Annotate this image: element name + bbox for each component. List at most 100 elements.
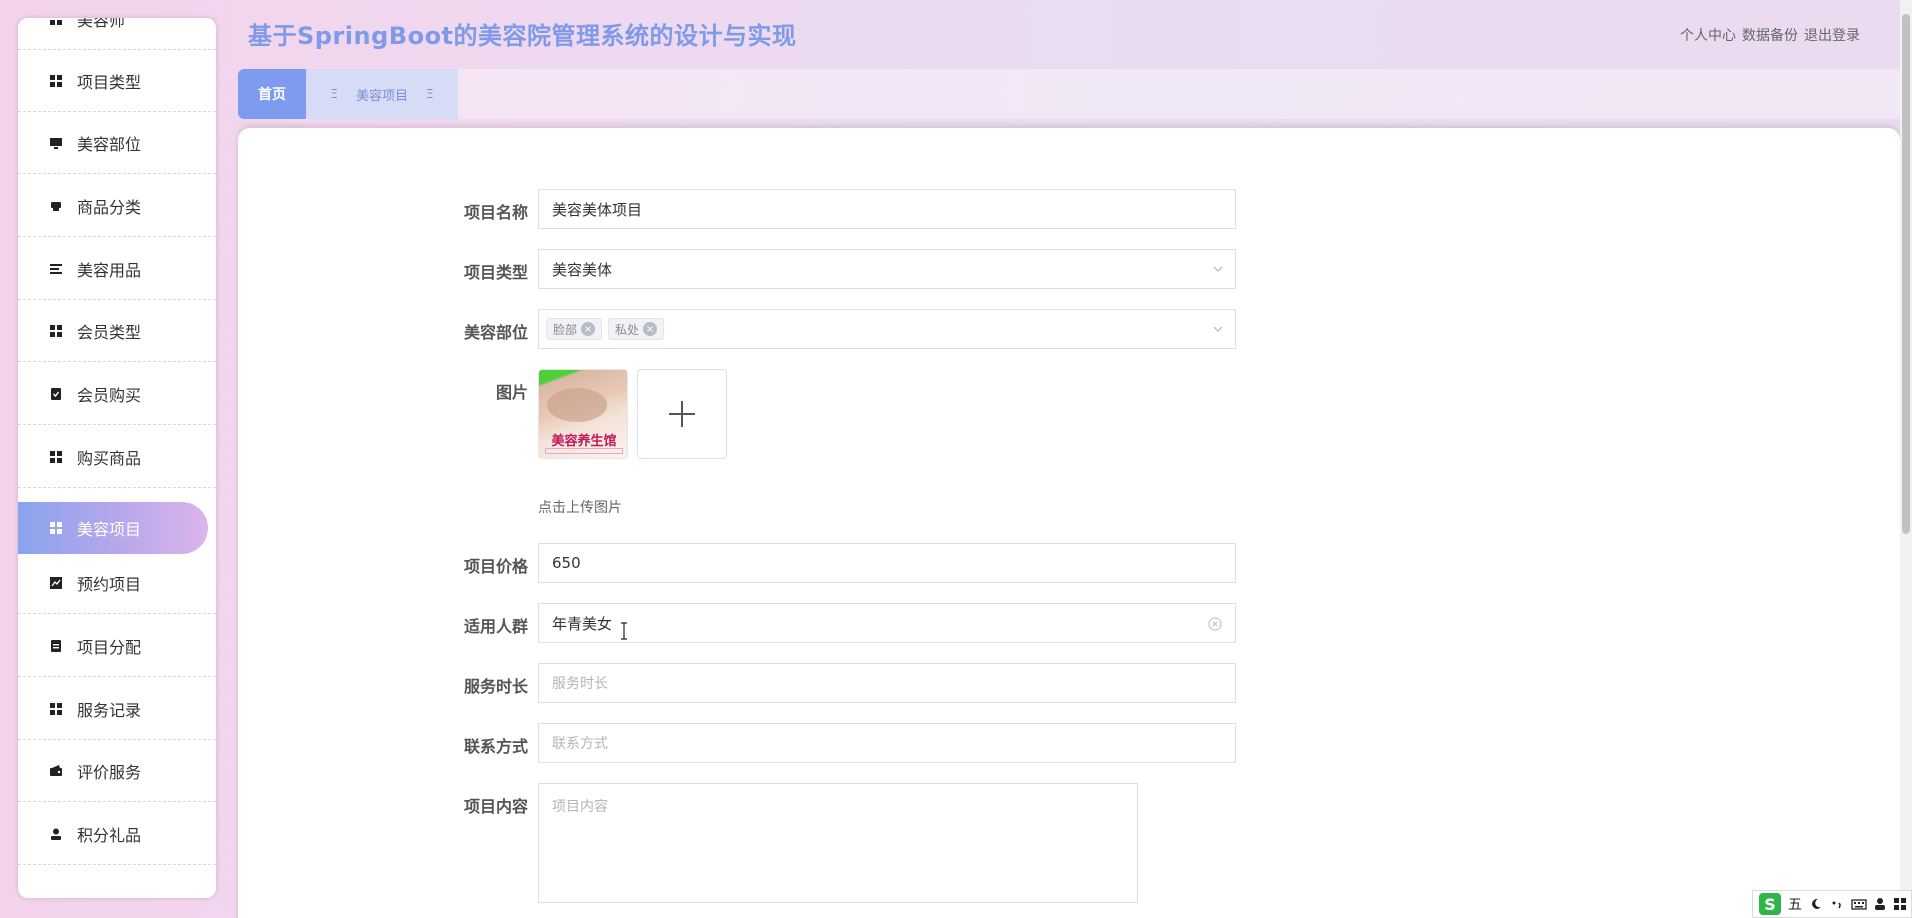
sidebar-item-service-record[interactable]: 服务记录	[18, 678, 216, 740]
top-links: 个人中心 数据备份 退出登录	[1680, 25, 1860, 45]
image-label: 图片	[495, 383, 528, 402]
sidebar-item-label: 预约项目	[77, 574, 142, 594]
sidebar-item-label: 商品分类	[77, 197, 142, 217]
upload-hint: 点击上传图片	[538, 500, 622, 516]
sidebar-item-label: 美容项目	[77, 520, 142, 539]
content-label: 项目内容	[463, 797, 528, 816]
sidebar-item-points-gift[interactable]: 积分礼品	[18, 803, 216, 865]
type-select[interactable]: 美容美体	[538, 249, 1236, 289]
sidebar-item-beauty-supplies[interactable]: 美容用品	[18, 238, 216, 300]
type-value: 美容美体	[552, 260, 613, 279]
part-select[interactable]: 脸部 × 私处 ×	[538, 309, 1236, 349]
sidebar-item-beautician[interactable]: 美容师	[18, 18, 216, 50]
contact-input[interactable]: 联系方式	[538, 723, 1236, 763]
clear-icon[interactable]	[1207, 616, 1223, 632]
menu-glyph-icon: Ξ	[330, 87, 338, 101]
tab-beauty-project[interactable]: Ξ 美容项目 Ξ	[306, 69, 458, 119]
user-icon	[49, 827, 63, 841]
profile-link[interactable]: 个人中心	[1680, 25, 1736, 45]
text-cursor-icon	[621, 622, 627, 640]
contact-label: 联系方式	[463, 737, 528, 756]
list-icon	[49, 262, 63, 276]
type-label: 项目类型	[463, 263, 528, 282]
part-label: 美容部位	[463, 323, 528, 342]
name-label: 项目名称	[463, 203, 528, 222]
sidebar-item-member-type[interactable]: 会员类型	[18, 300, 216, 362]
app-title: 基于SpringBoot的美容院管理系统的设计与实现	[248, 22, 797, 50]
duration-label: 服务时长	[463, 677, 528, 696]
part-tag: 私处 ×	[608, 318, 665, 340]
duration-input[interactable]: 服务时长	[538, 663, 1236, 703]
uploaded-image-thumbnail[interactable]: 美容养生馆	[538, 369, 628, 459]
sidebar-item-label: 美容部位	[77, 134, 142, 154]
part-tag: 脸部 ×	[546, 318, 603, 340]
price-label: 项目价格	[463, 557, 528, 576]
sidebar-item-label: 积分礼品	[77, 825, 142, 845]
ime-toolbar: S 五	[1752, 890, 1912, 918]
chevron-down-icon	[1213, 326, 1223, 332]
crowd-label: 适用人群	[463, 617, 528, 636]
logout-link[interactable]: 退出登录	[1804, 25, 1860, 45]
chevron-down-icon	[1213, 266, 1223, 272]
printer-icon	[49, 199, 63, 213]
price-value: 650	[552, 554, 581, 572]
wallet-icon	[49, 764, 63, 778]
sidebar-item-label: 会员类型	[77, 322, 142, 342]
sidebar-item-member-purchase[interactable]: 会员购买	[18, 363, 216, 425]
sidebar-item-label: 服务记录	[77, 700, 142, 720]
user-icon[interactable]	[1874, 897, 1886, 911]
ime-mode[interactable]: 五	[1788, 894, 1802, 914]
clipboard-check-icon	[49, 387, 63, 401]
punctuation-icon[interactable]	[1830, 897, 1844, 911]
grid-icon	[49, 324, 63, 338]
crowd-value: 年青美女	[552, 614, 613, 633]
sidebar-item-beauty-project[interactable]: 美容项目	[18, 502, 208, 554]
sidebar-item-buy-goods[interactable]: 购买商品	[18, 426, 216, 488]
sidebar-item-project-type[interactable]: 项目类型	[18, 50, 216, 112]
page-scrollbar[interactable]	[1900, 0, 1912, 918]
plus-icon	[669, 401, 695, 427]
scrollbar-thumb[interactable]	[1902, 14, 1910, 534]
grid-icon	[49, 521, 63, 535]
sidebar-item-evaluate[interactable]: 评价服务	[18, 740, 216, 802]
sidebar-item-label: 评价服务	[77, 762, 142, 782]
sidebar-item-label: 会员购买	[77, 385, 142, 405]
backup-link[interactable]: 数据备份	[1742, 25, 1798, 45]
close-icon[interactable]: ×	[581, 322, 596, 336]
sidebar-item-assignment[interactable]: 项目分配	[18, 615, 216, 677]
sidebar-item-label: 项目分配	[77, 637, 142, 657]
grid-icon	[49, 74, 63, 88]
grid-icon[interactable]	[1893, 897, 1907, 911]
sidebar-item-label: 美容用品	[77, 260, 142, 280]
tag-label: 脸部	[553, 322, 578, 337]
chart-icon	[49, 576, 63, 590]
content-textarea[interactable]: 项目内容	[538, 783, 1138, 903]
price-input[interactable]: 650	[538, 543, 1236, 583]
tabs-bar	[238, 69, 1902, 119]
menu-glyph-icon: Ξ	[426, 87, 434, 101]
sidebar-item-beauty-part[interactable]: 美容部位	[18, 112, 216, 174]
keyboard-icon[interactable]	[1851, 897, 1867, 911]
name-input[interactable]: 美容美体项目	[538, 189, 1236, 229]
monitor-icon	[49, 136, 63, 150]
sidebar-item-appointment[interactable]: 预约项目	[18, 552, 216, 614]
crowd-input[interactable]: 年青美女	[538, 603, 1236, 643]
name-value: 美容美体项目	[552, 200, 643, 219]
tab-home[interactable]: 首页	[238, 69, 306, 119]
thumbnail-banner	[545, 448, 623, 454]
thumbnail-text: 美容养生馆	[551, 434, 617, 449]
grid-icon	[49, 18, 63, 26]
sidebar: 美容师 项目类型 美容部位 商品分类 美容用品 会员类型 会员购买 购买商品 美…	[18, 18, 216, 898]
ime-logo-icon[interactable]: S	[1759, 893, 1781, 915]
upload-button[interactable]	[637, 369, 727, 459]
tag-label: 私处	[615, 322, 640, 337]
sidebar-item-label: 项目类型	[77, 72, 142, 92]
grid-icon	[49, 450, 63, 464]
grid-icon	[49, 702, 63, 716]
sidebar-item-label: 购买商品	[77, 448, 142, 468]
moon-icon[interactable]	[1809, 897, 1823, 911]
photo-face	[547, 388, 607, 422]
sidebar-item-label: 美容师	[77, 18, 126, 30]
sidebar-item-goods-category[interactable]: 商品分类	[18, 175, 216, 237]
close-icon[interactable]: ×	[643, 322, 658, 336]
